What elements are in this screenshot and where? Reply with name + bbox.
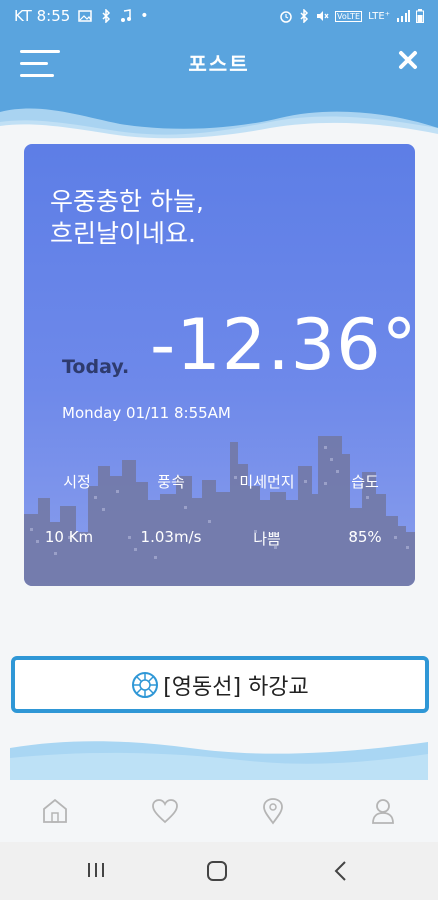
temperature-value: -12.36° bbox=[150, 304, 415, 386]
image-icon bbox=[78, 10, 93, 22]
music-icon bbox=[121, 9, 132, 22]
back-icon bbox=[334, 861, 346, 881]
route-label: [영동선] 하강교 bbox=[163, 674, 309, 700]
location-pin-icon bbox=[263, 798, 283, 825]
lte-signal-icon: LTE⁺ bbox=[368, 10, 390, 22]
back-button[interactable] bbox=[332, 860, 350, 886]
volte-icon: VoLTE bbox=[335, 10, 363, 22]
signal-bars-icon bbox=[397, 10, 410, 22]
tab-favorites[interactable] bbox=[150, 796, 180, 826]
tab-home[interactable] bbox=[40, 796, 70, 826]
close-icon bbox=[399, 51, 417, 69]
tab-profile[interactable] bbox=[368, 796, 398, 826]
stat-label-fine-dust: 미세먼지 bbox=[239, 473, 295, 491]
user-icon bbox=[372, 799, 394, 824]
heart-icon bbox=[152, 799, 178, 824]
bluetooth-app-icon bbox=[102, 9, 111, 23]
stat-value-visibility: 10 Km bbox=[44, 528, 94, 546]
home-nav-button[interactable] bbox=[206, 860, 228, 886]
today-label: Today. bbox=[62, 356, 130, 378]
stat-label-wind: 풍속 bbox=[157, 473, 185, 491]
bottom-tab-bar bbox=[0, 780, 438, 842]
stat-value-wind: 1.03m/s bbox=[140, 528, 202, 546]
weather-card: 우중충한 하늘, 흐린날이네요. Today. -12.36° Monday 0… bbox=[24, 144, 415, 586]
battery-icon bbox=[416, 9, 424, 23]
mute-icon bbox=[317, 11, 329, 21]
city-skyline-illustration bbox=[24, 436, 415, 586]
home-nav-icon bbox=[207, 861, 227, 881]
current-datetime: Monday 01/11 8:55AM bbox=[62, 404, 231, 422]
sky-line-1: 우중충한 하늘, bbox=[50, 187, 204, 216]
recent-apps-button[interactable] bbox=[86, 860, 106, 884]
dot-icon: • bbox=[140, 8, 149, 24]
stat-label-visibility: 시정 bbox=[63, 473, 91, 491]
stat-label-humidity: 습도 bbox=[351, 473, 379, 491]
stat-value-fine-dust: 나쁨 bbox=[253, 530, 281, 548]
home-icon bbox=[43, 798, 67, 823]
stat-value-humidity: 85% bbox=[348, 528, 382, 546]
system-navigation-bar bbox=[0, 842, 438, 900]
highway-emblem-icon bbox=[132, 671, 159, 698]
tab-location[interactable] bbox=[258, 796, 288, 826]
recent-apps-icon bbox=[88, 863, 104, 877]
sky-description: 우중충한 하늘, 흐린날이네요. bbox=[50, 186, 204, 250]
footer-wave-decoration bbox=[10, 741, 428, 780]
route-select-button[interactable]: [영동선] 하강교 bbox=[11, 656, 429, 713]
bluetooth-icon bbox=[300, 9, 309, 23]
close-button[interactable] bbox=[396, 48, 420, 72]
status-bar: KT 8:55 • VoLTE LTE⁺ bbox=[0, 0, 438, 32]
app-header: 포스트 bbox=[0, 32, 438, 142]
carrier-time: KT 8:55 bbox=[14, 7, 71, 25]
sky-line-2: 흐린날이네요. bbox=[50, 219, 196, 248]
page-title: 포스트 bbox=[188, 52, 250, 76]
alarm-icon bbox=[280, 11, 292, 23]
